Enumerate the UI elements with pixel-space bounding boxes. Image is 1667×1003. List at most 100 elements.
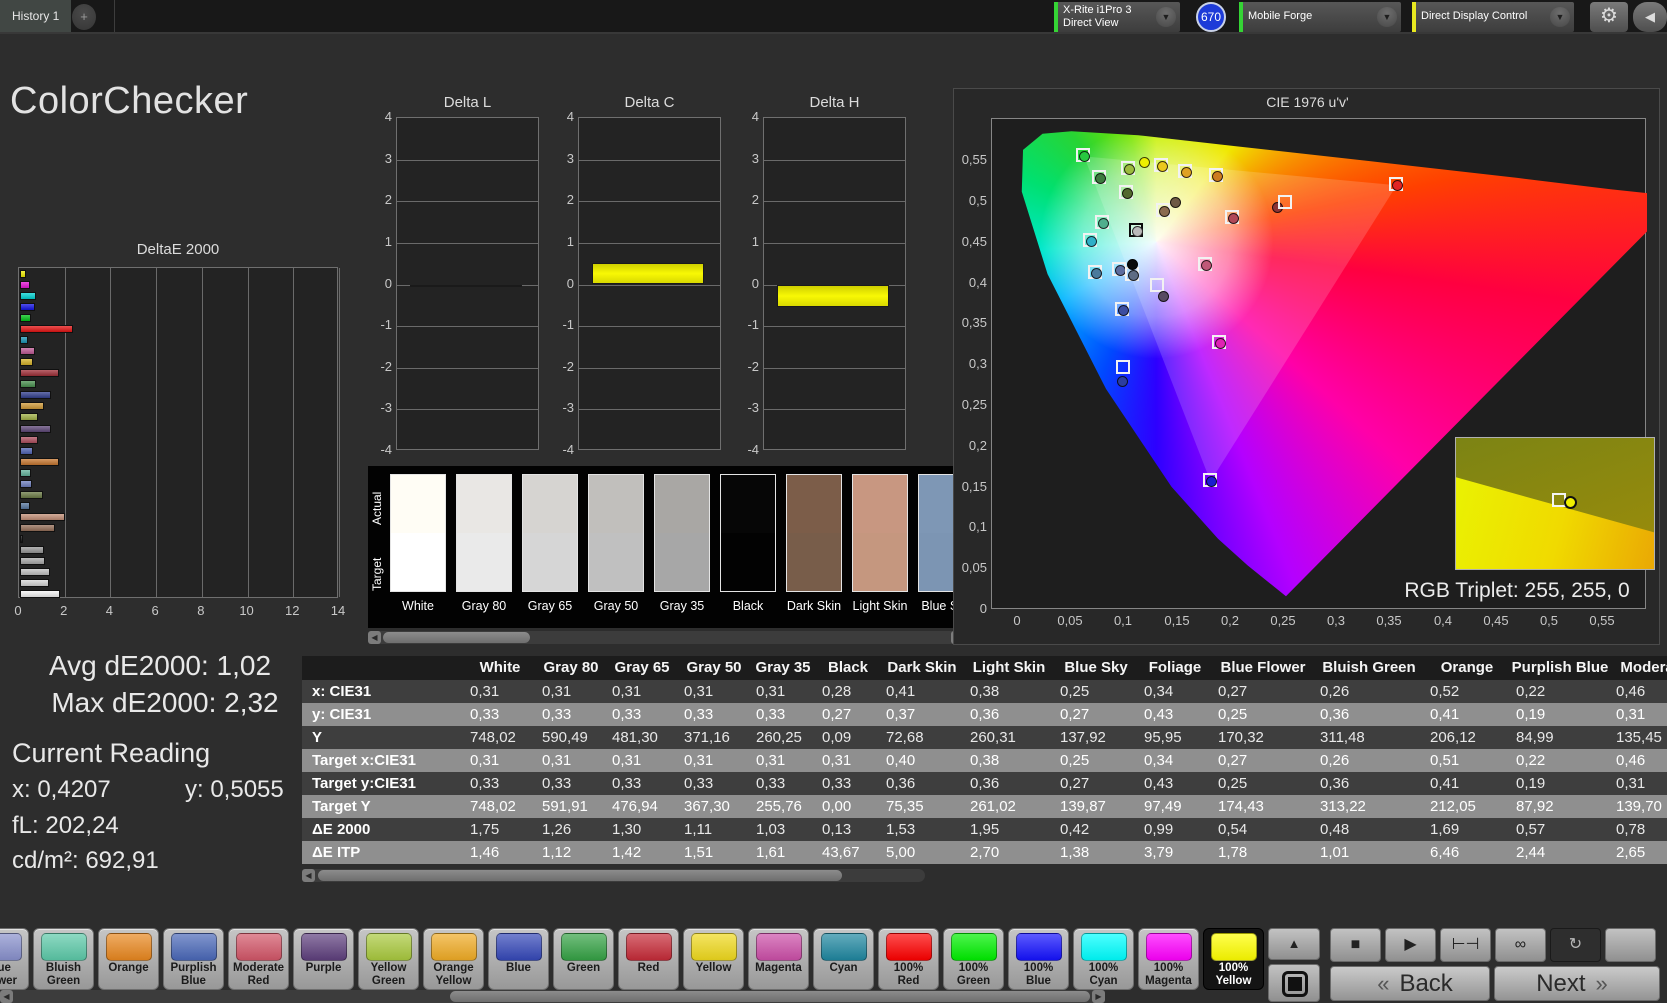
- expand-patterns-button[interactable]: ▲: [1268, 928, 1320, 960]
- measured-marker: [1086, 236, 1097, 247]
- table-row: ΔE 2000 1,75 1,26 1,30 1,11 1,03 0,13 1,53 1,95 0…: [302, 818, 1667, 841]
- table-scrollbar[interactable]: ◀: [302, 869, 925, 882]
- swatch-dark-skin[interactable]: [786, 474, 842, 592]
- table-cell: 84,99: [1516, 729, 1554, 746]
- collapse-panel-icon[interactable]: ◀: [1633, 2, 1667, 32]
- scrollbar-thumb[interactable]: [450, 991, 1090, 1002]
- table-cell: 260,31: [970, 729, 1016, 746]
- chevron-down-icon[interactable]: ▼: [1156, 7, 1176, 27]
- pattern-button-red[interactable]: Red: [618, 928, 679, 990]
- table-cell: 0,54: [1218, 821, 1248, 838]
- table-cell: 0,27: [1218, 752, 1248, 769]
- pattern-button-blue[interactable]: Blue: [488, 928, 549, 990]
- pattern-button-bluish-green[interactable]: Bluish Green: [33, 928, 94, 990]
- back-button[interactable]: «Back: [1330, 966, 1490, 1001]
- table-cell: 313,22: [1320, 798, 1366, 815]
- measured-marker: [1206, 476, 1217, 487]
- next-button[interactable]: Next»: [1494, 966, 1660, 1001]
- scroll-left-icon[interactable]: ◀: [302, 869, 315, 882]
- workflow-dropdown[interactable]: Direct Display Control ▼: [1412, 2, 1574, 32]
- table-cell: 255,76: [756, 798, 802, 815]
- x-tick-label: 12: [285, 603, 300, 618]
- delta-chart-title: Delta L: [443, 94, 492, 111]
- pattern-color-chip: [431, 933, 477, 961]
- swatch-strip-scrollbar[interactable]: ◀ ▶: [368, 631, 964, 644]
- y-tick-label: 3: [751, 150, 759, 166]
- pattern-button-purple[interactable]: Purple: [293, 928, 354, 990]
- measured-marker: [1139, 157, 1150, 168]
- y-tick-label: 2: [751, 192, 759, 208]
- continuous-button[interactable]: ↻: [1550, 928, 1601, 962]
- pattern-color-chip: [236, 933, 282, 961]
- swatch-gray-80[interactable]: [456, 474, 512, 592]
- table-cell: 2,70: [970, 844, 1000, 861]
- table-cell: 0,51: [1430, 752, 1460, 769]
- loop-button[interactable]: ∞: [1495, 928, 1546, 962]
- pattern-button-orange[interactable]: Orange: [98, 928, 159, 990]
- table-cell: 1,95: [970, 821, 1000, 838]
- pattern-button-100-blue[interactable]: 100% Blue: [1008, 928, 1069, 990]
- extra-button[interactable]: [1605, 928, 1656, 962]
- table-cell: 1,12: [542, 844, 572, 861]
- pattern-color-chip: [1081, 933, 1127, 961]
- reading-fl-readout: fL: 202,24: [12, 812, 119, 839]
- table-cell: 0,26: [1320, 752, 1350, 769]
- de2000-bar-gray-35: [20, 545, 44, 554]
- table-cell: 748,02: [470, 729, 516, 746]
- cie-diagram: RGB Triplet: 255, 255, 0: [991, 118, 1655, 609]
- scroll-right-icon[interactable]: ▶: [1092, 990, 1105, 1003]
- scroll-left-icon[interactable]: ◀: [368, 631, 381, 644]
- pattern-button-yellow[interactable]: Yellow: [683, 928, 744, 990]
- measured-marker: [1132, 226, 1143, 237]
- pattern-button-cyan[interactable]: Cyan: [813, 928, 874, 990]
- scrollbar-thumb[interactable]: [383, 632, 530, 643]
- table-cell: 0,13: [822, 821, 852, 838]
- pattern-window-button[interactable]: [1268, 964, 1320, 1002]
- column-header: White: [479, 659, 521, 676]
- pattern-button-orange-yellow[interactable]: Orange Yellow: [423, 928, 484, 990]
- tab-separator: [114, 0, 115, 32]
- gridline: [397, 367, 538, 369]
- pattern-button-magenta[interactable]: Magenta: [748, 928, 809, 990]
- tab-history-1[interactable]: History 1: [0, 0, 72, 32]
- gridline: [764, 242, 905, 244]
- swatch-gray-35[interactable]: [654, 474, 710, 592]
- scrollbar-thumb[interactable]: [318, 870, 842, 881]
- pattern-button-100-magenta[interactable]: 100% Magenta: [1138, 928, 1199, 990]
- x-tick-label: 0,4: [1433, 613, 1453, 628]
- swatch-white[interactable]: [390, 474, 446, 592]
- stop-button[interactable]: ■: [1330, 928, 1381, 962]
- pattern-button-moderate-red[interactable]: Moderate Red: [228, 928, 289, 990]
- pattern-button-blue-flower[interactable]: BlueFlower: [0, 928, 29, 990]
- table-cell: 0,31: [470, 683, 500, 700]
- pattern-bar-scrollbar[interactable]: ◀ ▶: [0, 990, 1105, 1003]
- delta-chart-title: Delta C: [624, 94, 675, 111]
- pattern-button-100-yellow[interactable]: 100% Yellow: [1203, 928, 1264, 990]
- add-tab-button[interactable]: +: [72, 4, 96, 30]
- pattern-color-chip: [626, 933, 672, 961]
- gear-icon[interactable]: ⚙: [1590, 2, 1628, 32]
- swatch-gray-65[interactable]: [522, 474, 578, 592]
- table-cell: 0,41: [886, 683, 916, 700]
- pattern-window-icon: [1282, 971, 1308, 997]
- pattern-button-100-green[interactable]: 100% Green: [943, 928, 1004, 990]
- swatch-black[interactable]: [720, 474, 776, 592]
- play-button[interactable]: ▶: [1385, 928, 1436, 962]
- swatch-gray-50[interactable]: [588, 474, 644, 592]
- pattern-button-green[interactable]: Green: [553, 928, 614, 990]
- chevron-down-icon[interactable]: ▼: [1377, 7, 1397, 27]
- actual-row-label: Actual: [370, 491, 384, 525]
- pattern-button-100-red[interactable]: 100% Red: [878, 928, 939, 990]
- meter-dropdown[interactable]: X-Rite i1Pro 3 Direct View ▼: [1054, 2, 1180, 32]
- pattern-color-chip: [171, 933, 217, 961]
- scroll-left-icon[interactable]: ◀: [0, 990, 13, 1003]
- swatch-light-skin[interactable]: [852, 474, 908, 592]
- chevron-down-icon[interactable]: ▼: [1550, 7, 1570, 27]
- x-tick-label: 0,1: [1113, 613, 1133, 628]
- pattern-button-yellow-green[interactable]: Yellow Green: [358, 928, 419, 990]
- source-dropdown[interactable]: Mobile Forge ▼: [1239, 2, 1401, 32]
- pattern-button-100-cyan[interactable]: 100% Cyan: [1073, 928, 1134, 990]
- pattern-button-purplish-blue[interactable]: Purplish Blue: [163, 928, 224, 990]
- step-button[interactable]: ⊢⊣: [1440, 928, 1491, 962]
- pattern-button-label: BlueFlower: [0, 962, 18, 987]
